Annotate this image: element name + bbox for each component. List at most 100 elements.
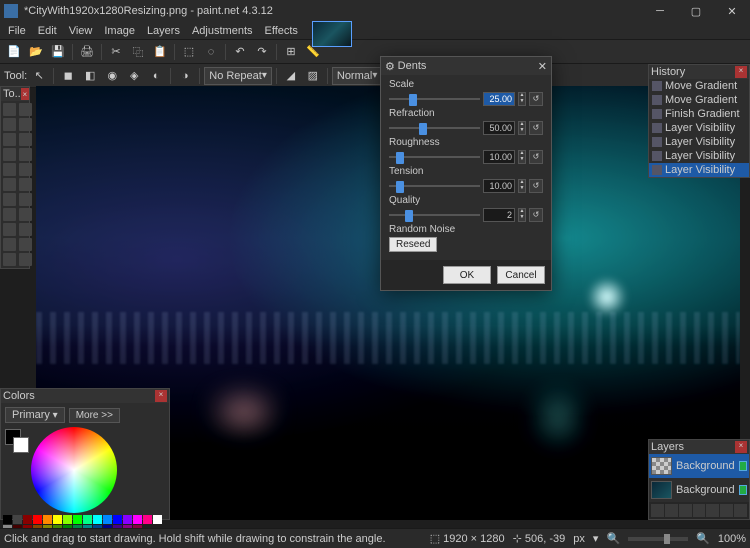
menu-edit[interactable]: Edit (32, 23, 63, 39)
colors-close-icon[interactable]: × (155, 390, 167, 402)
minimize-button[interactable]: ─ (642, 0, 678, 22)
param-reset-icon[interactable]: ↺ (529, 92, 543, 106)
menu-effects[interactable]: Effects (259, 23, 304, 39)
param-value[interactable]: 10.00 (483, 179, 515, 193)
history-item[interactable]: Move Gradient (649, 93, 749, 107)
menu-view[interactable]: View (63, 23, 99, 39)
primary-combo[interactable]: Primary ▾ (5, 407, 65, 423)
history-item[interactable]: Layer Visibility (649, 135, 749, 149)
undo-icon[interactable]: ↶ (230, 42, 250, 62)
fill-radial-icon[interactable]: ◉ (102, 66, 122, 86)
param-reset-icon[interactable]: ↺ (529, 150, 543, 164)
color-mode-icon[interactable]: ◑ (175, 66, 195, 86)
tool-button[interactable] (3, 103, 16, 116)
zoom-slider[interactable] (628, 537, 688, 541)
param-spinner[interactable]: ▲▼ (518, 208, 526, 222)
layer-up-icon[interactable] (706, 504, 719, 517)
swatch[interactable] (63, 515, 72, 524)
swatch[interactable] (143, 515, 152, 524)
visibility-checkbox[interactable] (739, 485, 747, 495)
param-spinner[interactable]: ▲▼ (518, 179, 526, 193)
menu-adjustments[interactable]: Adjustments (186, 23, 259, 39)
param-reset-icon[interactable]: ↺ (529, 121, 543, 135)
swatch[interactable] (153, 515, 162, 524)
layer-item[interactable]: Background (649, 478, 749, 502)
new-icon[interactable]: 📄 (4, 42, 24, 62)
cancel-button[interactable]: Cancel (497, 266, 545, 284)
swatch[interactable] (83, 515, 92, 524)
swatch[interactable] (3, 515, 12, 524)
param-slider[interactable] (389, 208, 480, 222)
menu-layers[interactable]: Layers (141, 23, 186, 39)
param-slider[interactable] (389, 92, 480, 106)
tool-button[interactable] (3, 223, 16, 236)
swatch[interactable] (53, 515, 62, 524)
fill-linear-icon[interactable]: ◧ (80, 66, 100, 86)
tool-button[interactable] (19, 163, 32, 176)
param-spinner[interactable]: ▲▼ (518, 150, 526, 164)
zoom-out-icon[interactable]: 🔍 (606, 532, 620, 545)
menu-file[interactable]: File (2, 23, 32, 39)
cut-icon[interactable]: ✂ (106, 42, 126, 62)
tool-button[interactable] (19, 193, 32, 206)
param-spinner[interactable]: ▲▼ (518, 121, 526, 135)
repeat-combo[interactable]: No Repeat ▾ (204, 67, 272, 85)
tool-button[interactable] (3, 148, 16, 161)
secondary-swatch[interactable] (13, 437, 29, 453)
swatch[interactable] (43, 515, 52, 524)
history-close-icon[interactable]: × (735, 66, 747, 78)
swatch[interactable] (133, 515, 142, 524)
close-button[interactable]: ✕ (714, 0, 750, 22)
reseed-button[interactable]: Reseed (389, 237, 437, 252)
history-item[interactable]: Move Gradient (649, 79, 749, 93)
zoom-in-icon[interactable]: 🔍 (696, 532, 710, 545)
param-slider[interactable] (389, 150, 480, 164)
aa-icon[interactable]: ◢ (281, 66, 301, 86)
tool-button[interactable] (3, 238, 16, 251)
layer-down-icon[interactable] (720, 504, 733, 517)
more-button[interactable]: More >> (69, 408, 120, 423)
param-spinner[interactable]: ▲▼ (518, 92, 526, 106)
tool-button[interactable] (3, 133, 16, 146)
deselect-icon[interactable]: ◌ (201, 42, 221, 62)
layer-item[interactable]: Background (649, 454, 749, 478)
tool-button[interactable] (3, 178, 16, 191)
tool-button[interactable] (19, 178, 32, 191)
layer-delete-icon[interactable] (665, 504, 678, 517)
paste-icon[interactable]: 📋 (150, 42, 170, 62)
open-icon[interactable]: 📂 (26, 42, 46, 62)
layer-add-icon[interactable] (651, 504, 664, 517)
history-item[interactable]: Layer Visibility (649, 163, 749, 177)
layer-duplicate-icon[interactable] (679, 504, 692, 517)
param-reset-icon[interactable]: ↺ (529, 208, 543, 222)
crop-icon[interactable]: ⬚ (179, 42, 199, 62)
param-slider[interactable] (389, 121, 480, 135)
active-tool-icon[interactable]: ↖ (29, 66, 49, 86)
visibility-checkbox[interactable] (739, 461, 747, 471)
history-item[interactable]: Layer Visibility (649, 149, 749, 163)
alpha-icon[interactable]: ▨ (303, 66, 323, 86)
layer-props-icon[interactable] (734, 504, 747, 517)
layer-merge-icon[interactable] (693, 504, 706, 517)
status-unit[interactable]: px (573, 533, 585, 545)
param-value[interactable]: 50.00 (483, 121, 515, 135)
swatch[interactable] (33, 515, 42, 524)
param-slider[interactable] (389, 179, 480, 193)
tool-button[interactable] (19, 118, 32, 131)
tool-button[interactable] (19, 148, 32, 161)
tool-button[interactable] (3, 208, 16, 221)
tool-button[interactable] (3, 193, 16, 206)
param-value[interactable]: 10.00 (483, 150, 515, 164)
fill-diamond-icon[interactable]: ◈ (124, 66, 144, 86)
tool-button[interactable] (19, 238, 32, 251)
tools-close-icon[interactable]: × (21, 88, 29, 100)
copy-icon[interactable]: ⿻ (128, 42, 148, 62)
swatch[interactable] (123, 515, 132, 524)
redo-icon[interactable]: ↷ (252, 42, 272, 62)
swatch[interactable] (73, 515, 82, 524)
history-item[interactable]: Finish Gradient (649, 107, 749, 121)
ok-button[interactable]: OK (443, 266, 491, 284)
save-icon[interactable]: 💾 (48, 42, 68, 62)
swatch[interactable] (113, 515, 122, 524)
color-wheel[interactable] (31, 427, 117, 513)
